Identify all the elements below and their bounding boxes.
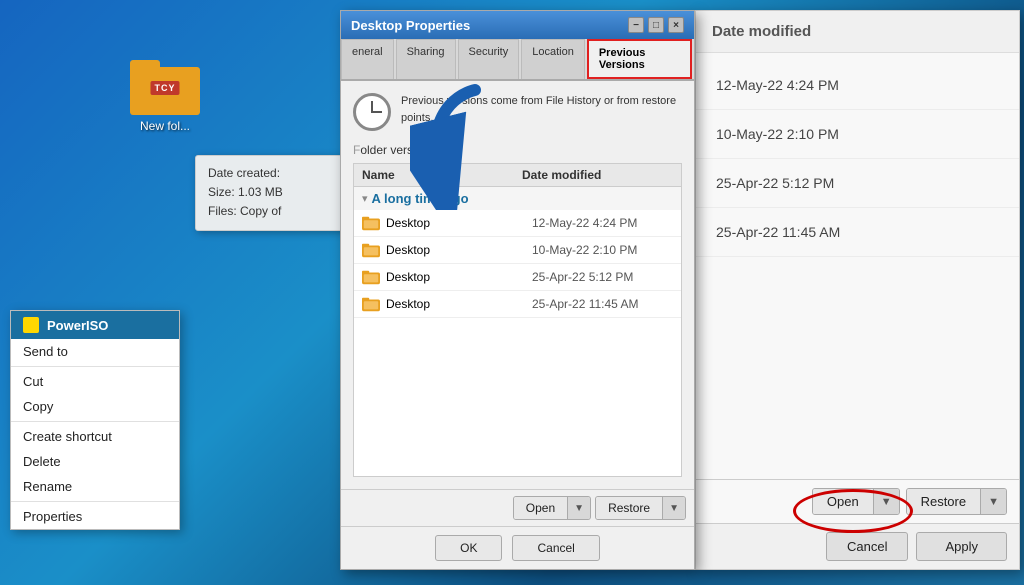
pv-info-text: Previous versions come from File History… xyxy=(401,93,682,126)
restore-split-button[interactable]: Restore ▼ xyxy=(595,496,686,520)
dialog-content: Previous versions come from File History… xyxy=(341,81,694,489)
rp-header: Date modified xyxy=(696,11,1019,53)
folder-row-icon xyxy=(362,269,380,285)
pv-section-ago: ▾ A long time ago xyxy=(354,187,681,210)
context-menu-item-cut[interactable]: Cut xyxy=(11,369,179,394)
open-button[interactable]: Open xyxy=(514,497,567,519)
desktop-properties-dialog: Desktop Properties − □ × eneral Sharing … xyxy=(340,10,695,570)
info-bubble: Date created: Size: 1.03 MB Files: Copy … xyxy=(195,155,355,231)
pv-table-header: Name Date modified xyxy=(354,164,681,187)
poweriso-icon xyxy=(23,317,39,333)
minimize-button[interactable]: − xyxy=(628,17,644,33)
pv-info-row: Previous versions come from File History… xyxy=(353,93,682,131)
tab-previous-versions[interactable]: Previous Versions xyxy=(587,39,692,79)
open-split-button[interactable]: Open ▼ xyxy=(513,496,591,520)
dialog-title: Desktop Properties xyxy=(351,18,470,33)
dialog-footer: OK Cancel xyxy=(341,526,694,569)
context-menu-item-rename[interactable]: Rename xyxy=(11,474,179,499)
dialog-tabs: eneral Sharing Security Location Previou… xyxy=(341,39,694,81)
ok-button[interactable]: OK xyxy=(435,535,502,561)
folder-row-icon xyxy=(362,242,380,258)
context-menu-header: PowerISO xyxy=(11,311,179,339)
rp-apply-button[interactable]: Apply xyxy=(916,532,1007,561)
context-menu-item-copy[interactable]: Copy xyxy=(11,394,179,419)
context-menu-item-properties[interactable]: Properties xyxy=(11,504,179,529)
pv-bottom-btns: Open ▼ Restore ▼ xyxy=(341,489,694,526)
cancel-button[interactable]: Cancel xyxy=(512,535,599,561)
tab-location[interactable]: Location xyxy=(521,39,585,79)
divider3 xyxy=(11,501,179,502)
rp-restore-button[interactable]: Restore xyxy=(907,489,981,514)
rp-date-item: 25-Apr-22 5:12 PM xyxy=(696,159,1019,208)
maximize-button[interactable]: □ xyxy=(648,17,664,33)
folder-badge: TCY xyxy=(151,81,180,95)
folder-row-icon xyxy=(362,215,380,231)
pv-folder-versions-label: Folder versions: xyxy=(353,143,682,157)
dialog-titlebar: Desktop Properties − □ × xyxy=(341,11,694,39)
rp-content: 12-May-22 4:24 PM 10-May-22 2:10 PM 25-A… xyxy=(696,53,1019,479)
rp-dialog-footer: Cancel Apply xyxy=(696,523,1019,569)
info-line1: Date created: xyxy=(208,164,342,183)
folder-icon: TCY xyxy=(130,60,200,115)
right-panel: Date modified 12-May-22 4:24 PM 10-May-2… xyxy=(695,10,1020,570)
tab-sharing[interactable]: Sharing xyxy=(396,39,456,79)
title-buttons: − □ × xyxy=(628,17,684,33)
restore-dropdown[interactable]: ▼ xyxy=(662,497,685,519)
context-menu-title: PowerISO xyxy=(47,318,108,333)
open-dropdown[interactable]: ▼ xyxy=(567,497,590,519)
tab-general[interactable]: eneral xyxy=(341,39,394,79)
table-row[interactable]: Desktop 10-May-22 2:10 PM xyxy=(354,237,681,264)
folder-name: New fol... xyxy=(140,119,190,133)
table-row[interactable]: Desktop 12-May-22 4:24 PM xyxy=(354,210,681,237)
table-row[interactable]: Desktop 25-Apr-22 11:45 AM xyxy=(354,291,681,318)
desktop-folder[interactable]: TCY New fol... xyxy=(120,60,210,133)
restore-button[interactable]: Restore xyxy=(596,497,662,519)
rp-date-item: 25-Apr-22 11:45 AM xyxy=(696,208,1019,257)
clock-icon xyxy=(353,93,391,131)
close-button[interactable]: × xyxy=(668,17,684,33)
rp-restore-split-button[interactable]: Restore ▼ xyxy=(906,488,1007,515)
divider1 xyxy=(11,366,179,367)
info-line2: Size: 1.03 MB xyxy=(208,183,342,202)
folder-row-icon xyxy=(362,296,380,312)
tab-security[interactable]: Security xyxy=(458,39,520,79)
rp-cancel-button[interactable]: Cancel xyxy=(826,532,908,561)
rp-open-split-button[interactable]: Open ▼ xyxy=(812,488,900,515)
rp-open-dropdown[interactable]: ▼ xyxy=(873,489,899,514)
context-menu-item-delete[interactable]: Delete xyxy=(11,449,179,474)
context-menu-item-create-shortcut[interactable]: Create shortcut xyxy=(11,424,179,449)
pv-table[interactable]: Name Date modified ▾ A long time ago Des… xyxy=(353,163,682,477)
rp-date-item: 12-May-22 4:24 PM xyxy=(696,61,1019,110)
context-menu-item-sendto[interactable]: Send to xyxy=(11,339,179,364)
rp-open-button[interactable]: Open xyxy=(813,489,873,514)
table-row[interactable]: Desktop 25-Apr-22 5:12 PM xyxy=(354,264,681,291)
divider2 xyxy=(11,421,179,422)
rp-footer: Open ▼ Restore ▼ xyxy=(696,479,1019,523)
info-line3: Files: Copy of xyxy=(208,202,342,221)
context-menu: PowerISO Send to Cut Copy Create shortcu… xyxy=(10,310,180,530)
rp-restore-dropdown[interactable]: ▼ xyxy=(980,489,1006,514)
rp-date-item: 10-May-22 2:10 PM xyxy=(696,110,1019,159)
